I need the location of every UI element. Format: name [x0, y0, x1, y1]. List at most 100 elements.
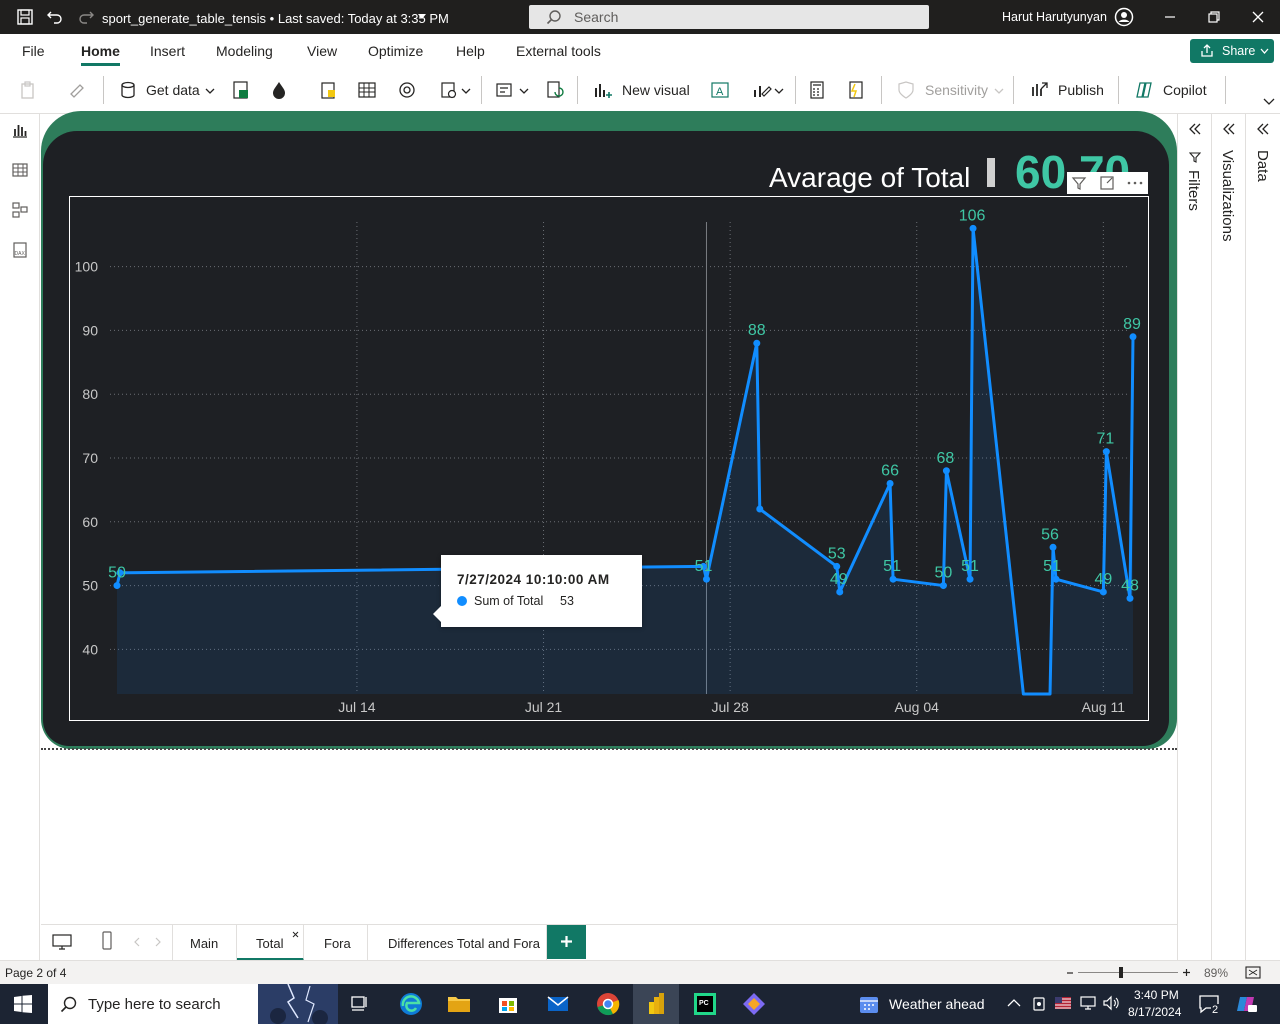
filter-icon[interactable]: [1071, 175, 1087, 191]
copilot-icon[interactable]: [1134, 80, 1154, 100]
publish-button[interactable]: Publish: [1058, 82, 1104, 98]
menu-home[interactable]: Home: [81, 43, 120, 59]
excel-icon[interactable]: [231, 80, 251, 100]
expand-icon[interactable]: [1188, 122, 1202, 136]
more-options-icon[interactable]: [1126, 175, 1144, 191]
share-button[interactable]: Share: [1190, 39, 1274, 63]
new-visual-button[interactable]: New visual: [622, 82, 690, 98]
device-icon[interactable]: [1031, 995, 1047, 1013]
menu-file[interactable]: File: [22, 43, 45, 59]
chevron-down-icon[interactable]: [519, 88, 529, 95]
taskbar-search-input[interactable]: Type here to search: [48, 984, 338, 1024]
new-measure-icon[interactable]: [807, 80, 827, 100]
document-title[interactable]: sport_generate_table_tensis • Last saved…: [102, 11, 449, 26]
file-explorer-icon[interactable]: [445, 990, 473, 1018]
weather-label[interactable]: Weather ahead: [889, 996, 984, 1012]
clock-date[interactable]: 8/17/2024: [1128, 1005, 1181, 1019]
chrome-icon[interactable]: [594, 990, 622, 1018]
redo-icon[interactable]: [77, 8, 95, 26]
dataverse-icon[interactable]: [318, 80, 338, 100]
menu-optimize[interactable]: Optimize: [368, 43, 423, 59]
data-point: [939, 582, 947, 590]
zoom-slider[interactable]: [1078, 972, 1178, 973]
restore-icon[interactable]: [1202, 6, 1226, 28]
line-chart-visual[interactable]: 40 50 60 70 80 90 100 Jul 14 Jul 21 Jul 28 Aug 04 A…: [69, 196, 1149, 721]
close-icon[interactable]: [1246, 6, 1270, 28]
visualizations-pane[interactable]: Visualizations: [1211, 114, 1245, 960]
store-icon[interactable]: [494, 990, 522, 1018]
expand-icon[interactable]: [1256, 122, 1270, 136]
search-input[interactable]: Search: [529, 5, 929, 29]
tab-main[interactable]: Main: [172, 925, 237, 961]
next-page-icon[interactable]: [154, 937, 162, 947]
desktop-layout-icon[interactable]: [52, 933, 72, 951]
collapse-ribbon-icon[interactable]: [1263, 98, 1275, 106]
report-view-icon[interactable]: [11, 121, 29, 139]
user-name[interactable]: Harut Harutyunyan: [1002, 10, 1107, 24]
volume-icon[interactable]: [1102, 995, 1120, 1011]
publish-icon[interactable]: [1029, 80, 1049, 100]
task-view-icon[interactable]: [350, 994, 370, 1014]
menu-modeling[interactable]: Modeling: [216, 43, 273, 59]
chevron-up-icon[interactable]: [1007, 998, 1021, 1008]
save-icon[interactable]: [16, 8, 34, 26]
windows-start-icon[interactable]: [14, 995, 32, 1013]
menu-view[interactable]: View: [307, 43, 337, 59]
more-visuals-icon[interactable]: [752, 80, 772, 100]
menu-external-tools[interactable]: External tools: [516, 43, 601, 59]
focus-mode-icon[interactable]: [1099, 175, 1115, 191]
language-flag-icon[interactable]: [1055, 996, 1071, 1010]
data-pane[interactable]: Data: [1245, 114, 1280, 960]
powerbi-icon[interactable]: [642, 990, 670, 1018]
dax-query-view-icon[interactable]: DAX: [11, 241, 29, 259]
recent-sources-icon[interactable]: [397, 80, 417, 100]
tab-total[interactable]: Total: [237, 925, 304, 961]
menu-help[interactable]: Help: [456, 43, 485, 59]
new-visual-icon[interactable]: [593, 80, 613, 100]
kpi-divider: [987, 158, 995, 187]
prev-page-icon[interactable]: [133, 937, 141, 947]
zoom-in-icon[interactable]: [1182, 968, 1191, 977]
mobile-layout-icon[interactable]: [101, 931, 113, 951]
get-data-button[interactable]: Get data: [146, 82, 200, 98]
clock-time[interactable]: 3:40 PM: [1134, 988, 1179, 1002]
avatar-icon[interactable]: [1114, 7, 1134, 27]
zoom-slider-thumb[interactable]: [1119, 967, 1123, 978]
chevron-down-icon[interactable]: [417, 13, 427, 21]
undo-icon[interactable]: [46, 8, 64, 26]
git-client-icon[interactable]: [740, 990, 768, 1018]
weather-icon[interactable]: [858, 993, 880, 1015]
tab-fora[interactable]: Fora: [304, 925, 368, 961]
paste-icon[interactable]: [19, 80, 39, 100]
edge-icon[interactable]: [397, 990, 425, 1018]
network-icon[interactable]: [1079, 995, 1097, 1011]
copilot-taskbar-icon[interactable]: [1236, 994, 1258, 1014]
database-icon[interactable]: [118, 80, 138, 100]
zoom-level[interactable]: 89%: [1204, 966, 1228, 980]
model-view-icon[interactable]: [11, 201, 29, 219]
fit-to-page-icon[interactable]: [1245, 966, 1261, 979]
add-page-button[interactable]: [547, 925, 586, 959]
chevron-down-icon[interactable]: [205, 88, 215, 95]
quick-measure-icon[interactable]: [846, 80, 866, 100]
table-view-icon[interactable]: [11, 161, 29, 179]
refresh-icon[interactable]: [545, 80, 565, 100]
minimize-icon[interactable]: [1158, 6, 1182, 28]
menu-insert[interactable]: Insert: [150, 43, 185, 59]
chevron-down-icon[interactable]: [774, 88, 784, 95]
enter-data-icon[interactable]: [357, 80, 377, 100]
copilot-button[interactable]: Copilot: [1163, 82, 1207, 98]
format-painter-icon[interactable]: [68, 80, 88, 100]
mail-icon[interactable]: [544, 990, 572, 1018]
tab-differences[interactable]: Differences Total and Fora: [368, 925, 547, 961]
zoom-out-icon[interactable]: [1066, 971, 1074, 975]
transform-data-icon[interactable]: [439, 80, 459, 100]
pycharm-icon[interactable]: PC: [691, 990, 719, 1018]
text-box-icon[interactable]: A: [710, 80, 730, 100]
filters-pane[interactable]: Filters: [1177, 114, 1211, 960]
chevron-down-icon[interactable]: [461, 88, 471, 95]
onelake-icon[interactable]: [269, 80, 289, 100]
close-tab-icon[interactable]: [292, 931, 299, 938]
transform-icon[interactable]: [495, 80, 515, 100]
expand-icon[interactable]: [1222, 122, 1236, 136]
